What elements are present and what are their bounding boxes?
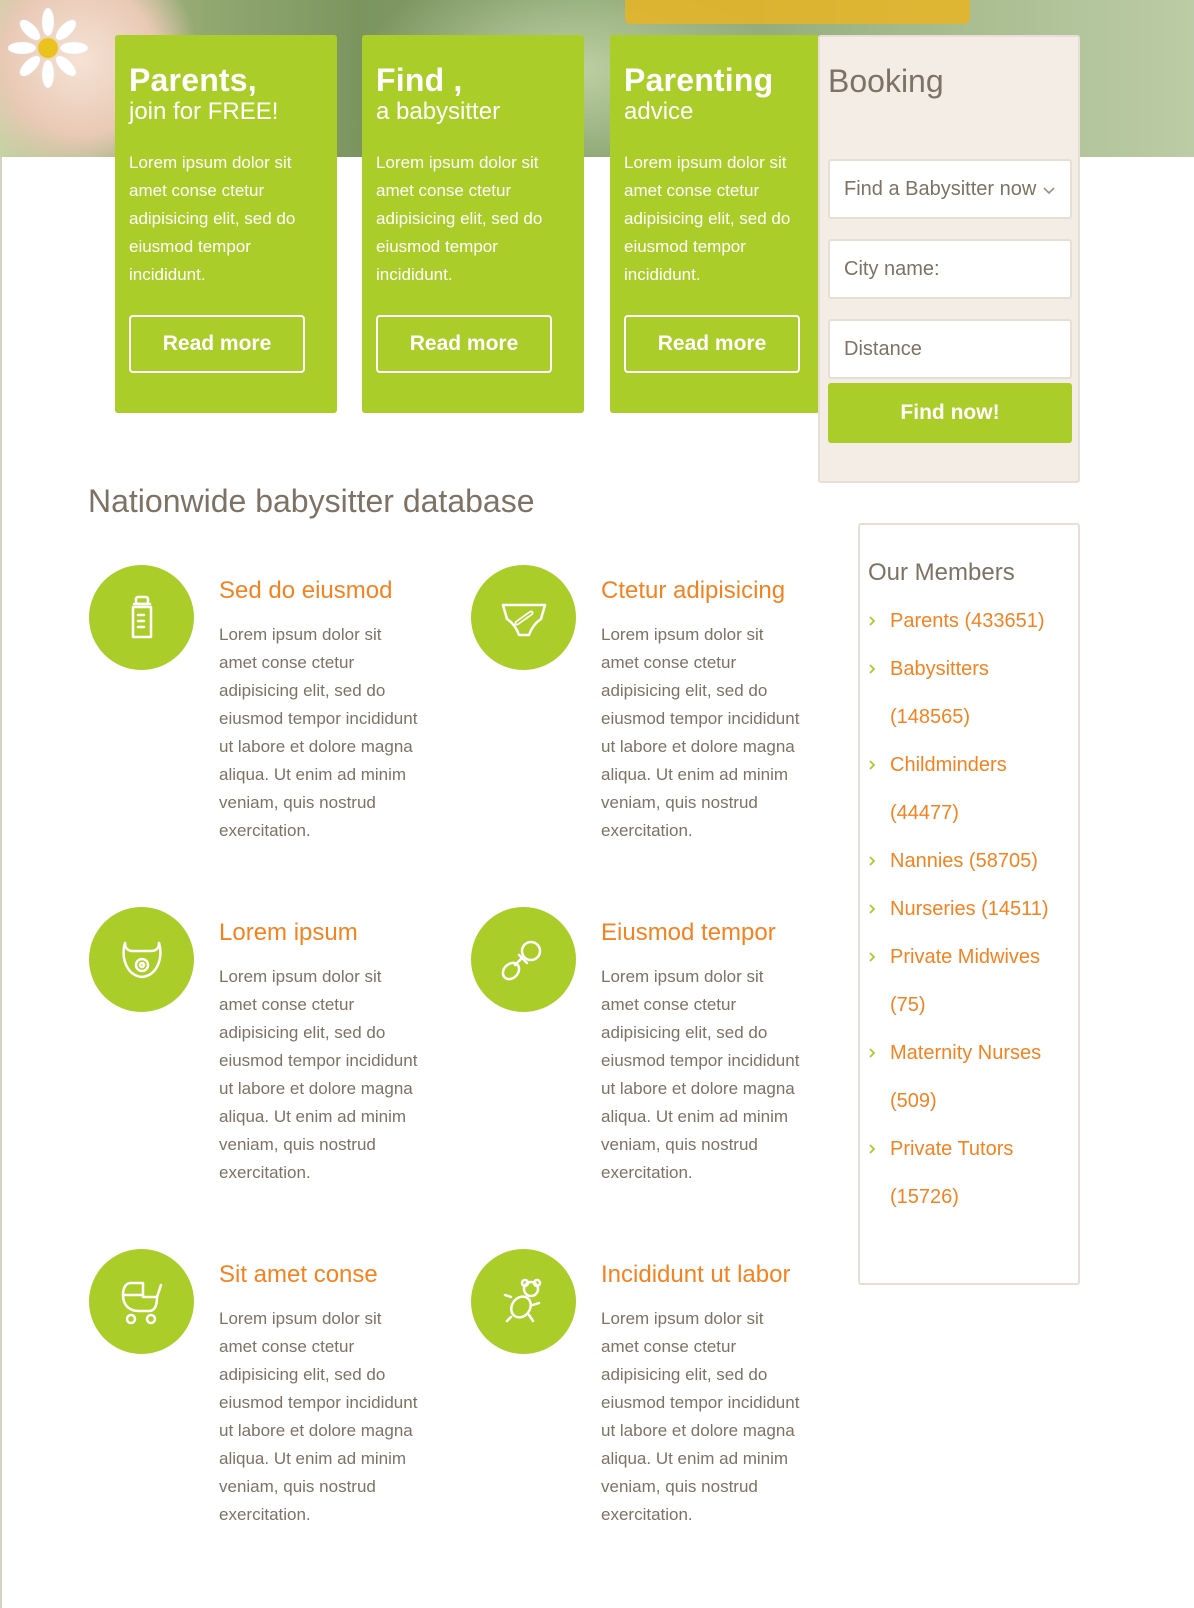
hero-yellow-bar <box>625 0 970 24</box>
card-subtitle: join for FREE! <box>129 98 279 126</box>
chevron-right-icon <box>868 1125 882 1173</box>
babysitter-select-value: Find a Babysitter now <box>844 177 1037 200</box>
babysitter-select[interactable]: Find a Babysitter now <box>828 159 1072 219</box>
members-item-parents[interactable]: Parents (433651) <box>868 597 1070 645</box>
card-find-babysitter: Find , a babysitter Lorem ipsum dolor si… <box>362 35 584 413</box>
members-item-childminders[interactable]: Childminders (44477) <box>868 741 1070 837</box>
members-item-nannies[interactable]: Nannies (58705) <box>868 837 1070 885</box>
read-more-button[interactable]: Read more <box>129 315 305 373</box>
distance-input[interactable]: Distance <box>828 319 1072 379</box>
members-item-nurseries[interactable]: Nurseries (14511) <box>868 885 1070 933</box>
feature-text: Lorem ipsum dolor sit amet conse ctetur … <box>219 967 418 1182</box>
bottle-icon <box>89 565 194 670</box>
chevron-right-icon <box>868 597 882 645</box>
card-text: Lorem ipsum dolor sit amet conse ctetur … <box>129 152 296 284</box>
card-title: Parents, <box>129 62 257 98</box>
members-panel: Our Members Parents (433651) Babysitters… <box>858 523 1080 1285</box>
members-title: Our Members <box>868 559 1015 586</box>
city-name-input[interactable]: City name: <box>828 239 1072 299</box>
feature-text: Lorem ipsum dolor sit amet conse ctetur … <box>601 1309 800 1524</box>
city-name-placeholder: City name: <box>844 257 940 280</box>
feature-text: Lorem ipsum dolor sit amet conse ctetur … <box>219 625 418 840</box>
card-parents: Parents, join for FREE! Lorem ipsum dolo… <box>115 35 337 413</box>
feature-text: Lorem ipsum dolor sit amet conse ctetur … <box>219 1309 418 1524</box>
feature-title: Ctetur adipisicing <box>601 577 786 604</box>
section-title: Nationwide babysitter database <box>88 483 535 519</box>
stroller-icon <box>89 1249 194 1354</box>
teddy-icon <box>471 1249 576 1354</box>
chevron-down-icon <box>1042 178 1056 201</box>
card-text: Lorem ipsum dolor sit amet conse ctetur … <box>624 152 791 284</box>
card-subtitle: a babysitter <box>376 98 501 126</box>
chevron-right-icon <box>868 885 882 933</box>
feature-title: Incididunt ut labor <box>601 1261 791 1288</box>
chevron-right-icon <box>868 837 882 885</box>
members-list: Parents (433651) Babysitters (148565) Ch… <box>868 597 1070 1221</box>
feature-text: Lorem ipsum dolor sit amet conse ctetur … <box>601 625 800 840</box>
find-now-button[interactable]: Find now! <box>828 383 1072 443</box>
card-parenting-advice: Parenting advice Lorem ipsum dolor sit a… <box>610 35 820 413</box>
members-item-private-tutors[interactable]: Private Tutors (15726) <box>868 1125 1070 1221</box>
diaper-icon <box>471 565 576 670</box>
daisy-icon <box>8 8 88 88</box>
distance-placeholder: Distance <box>844 337 922 360</box>
feature-text: Lorem ipsum dolor sit amet conse ctetur … <box>601 967 800 1182</box>
chevron-right-icon <box>868 645 882 693</box>
card-title: Parenting <box>624 62 774 98</box>
feature-title: Sed do eiusmod <box>219 577 393 604</box>
feature-title: Sit amet conse <box>219 1261 378 1288</box>
chevron-right-icon <box>868 933 882 981</box>
read-more-button[interactable]: Read more <box>376 315 552 373</box>
read-more-button[interactable]: Read more <box>624 315 800 373</box>
card-subtitle: advice <box>624 98 694 126</box>
card-title: Find , <box>376 62 463 98</box>
booking-panel: Booking Find a Babysitter now City name:… <box>818 35 1080 483</box>
feature-title: Eiusmod tempor <box>601 919 776 946</box>
members-item-private-midwives[interactable]: Private Midwives (75) <box>868 933 1070 1029</box>
members-item-maternity-nurses[interactable]: Maternity Nurses (509) <box>868 1029 1070 1125</box>
booking-title: Booking <box>828 63 944 99</box>
page-edge-line <box>0 157 2 1608</box>
pacifier-icon <box>471 907 576 1012</box>
chevron-right-icon <box>868 741 882 789</box>
chevron-right-icon <box>868 1029 882 1077</box>
card-text: Lorem ipsum dolor sit amet conse ctetur … <box>376 152 543 284</box>
feature-title: Lorem ipsum <box>219 919 358 946</box>
bib-icon <box>89 907 194 1012</box>
members-item-babysitters[interactable]: Babysitters (148565) <box>868 645 1070 741</box>
